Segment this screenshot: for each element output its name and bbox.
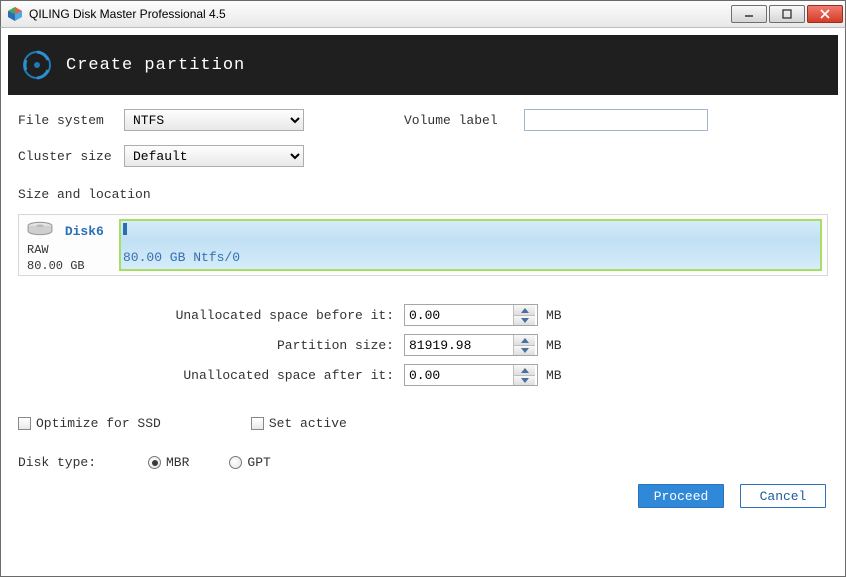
gpt-label: GPT bbox=[247, 455, 270, 470]
partition-size-unit: MB bbox=[546, 338, 562, 353]
unalloc-before-unit: MB bbox=[546, 308, 562, 323]
disk-icon bbox=[27, 221, 53, 242]
partition-viz-label: 80.00 GB Ntfs/0 bbox=[123, 250, 240, 265]
partition-size-spinner[interactable] bbox=[404, 334, 538, 356]
partition-size-label: Partition size: bbox=[74, 338, 404, 353]
set-active-label: Set active bbox=[269, 416, 347, 431]
checkbox-box bbox=[18, 417, 31, 430]
window-body: Create partition File system NTFS Volume… bbox=[0, 28, 846, 577]
app-title: QILING Disk Master Professional 4.5 bbox=[29, 7, 226, 21]
file-system-select[interactable]: NTFS bbox=[124, 109, 304, 131]
unalloc-before-up[interactable] bbox=[514, 305, 535, 315]
minimize-button[interactable] bbox=[731, 5, 767, 23]
header-strip: Create partition bbox=[8, 35, 838, 95]
cluster-size-select[interactable]: Default bbox=[124, 145, 304, 167]
file-system-label: File system bbox=[18, 113, 124, 128]
partition-size-up[interactable] bbox=[514, 335, 535, 345]
unalloc-before-spinner[interactable] bbox=[404, 304, 538, 326]
volume-label-input[interactable] bbox=[524, 109, 708, 131]
unalloc-after-spinner[interactable] bbox=[404, 364, 538, 386]
set-active-checkbox[interactable]: Set active bbox=[251, 416, 347, 431]
page-title: Create partition bbox=[66, 56, 245, 75]
proceed-button[interactable]: Proceed bbox=[638, 484, 724, 508]
optimize-ssd-checkbox[interactable]: Optimize for SSD bbox=[18, 416, 161, 431]
partition-start-handle[interactable] bbox=[123, 223, 127, 235]
disk-name: Disk6 bbox=[65, 224, 104, 239]
titlebar: QILING Disk Master Professional 4.5 bbox=[0, 0, 846, 28]
close-button[interactable] bbox=[807, 5, 843, 23]
volume-label-label: Volume label bbox=[404, 113, 524, 128]
unalloc-after-up[interactable] bbox=[514, 365, 535, 375]
disk-type-gpt-radio[interactable]: GPT bbox=[229, 455, 270, 470]
unalloc-before-label: Unallocated space before it: bbox=[74, 308, 404, 323]
mbr-label: MBR bbox=[166, 455, 189, 470]
app-logo-icon bbox=[22, 50, 52, 80]
disk-type-label: Disk type: bbox=[18, 455, 148, 470]
unalloc-after-unit: MB bbox=[546, 368, 562, 383]
disk-visualization[interactable]: 80.00 GB Ntfs/0 bbox=[119, 219, 822, 271]
partition-size-input[interactable] bbox=[405, 335, 513, 355]
unalloc-after-down[interactable] bbox=[514, 375, 535, 385]
disk-info: Disk6 RAW 80.00 GB bbox=[23, 219, 119, 271]
radio-circle bbox=[148, 456, 161, 469]
cancel-button[interactable]: Cancel bbox=[740, 484, 826, 508]
unalloc-after-label: Unallocated space after it: bbox=[74, 368, 404, 383]
disk-fs: RAW bbox=[27, 242, 119, 258]
size-location-label: Size and location bbox=[18, 187, 828, 202]
unalloc-before-down[interactable] bbox=[514, 315, 535, 325]
optimize-ssd-label: Optimize for SSD bbox=[36, 416, 161, 431]
app-icon bbox=[7, 6, 23, 22]
disk-size: 80.00 GB bbox=[27, 258, 119, 274]
partition-size-down[interactable] bbox=[514, 345, 535, 355]
footer: Proceed Cancel bbox=[8, 478, 838, 508]
cluster-size-label: Cluster size bbox=[18, 149, 124, 164]
unalloc-after-input[interactable] bbox=[405, 365, 513, 385]
radio-circle bbox=[229, 456, 242, 469]
content-area: File system NTFS Volume label Cluster si… bbox=[8, 95, 838, 478]
unalloc-before-input[interactable] bbox=[405, 305, 513, 325]
maximize-button[interactable] bbox=[769, 5, 805, 23]
checkbox-box bbox=[251, 417, 264, 430]
disk-type-mbr-radio[interactable]: MBR bbox=[148, 455, 189, 470]
disk-block: Disk6 RAW 80.00 GB 80.00 GB Ntfs/0 bbox=[18, 214, 828, 276]
